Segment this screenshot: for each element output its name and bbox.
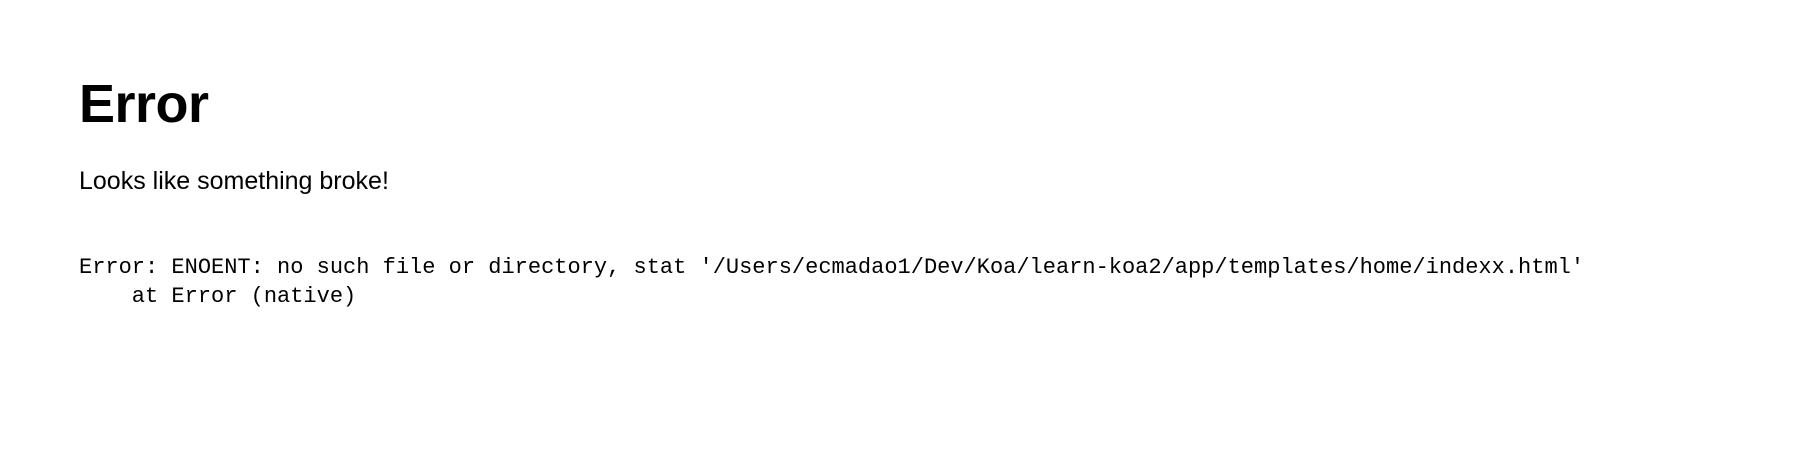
stack-line-message: Error: ENOENT: no such file or directory…: [79, 255, 1585, 280]
page-title: Error: [79, 74, 209, 134]
error-message: Looks like something broke!: [79, 167, 389, 195]
error-stack-trace: Error: ENOENT: no such file or directory…: [79, 253, 1584, 311]
stack-line-frame: at Error (native): [79, 284, 357, 309]
error-page: Error Looks like something broke! Error:…: [0, 0, 1806, 456]
